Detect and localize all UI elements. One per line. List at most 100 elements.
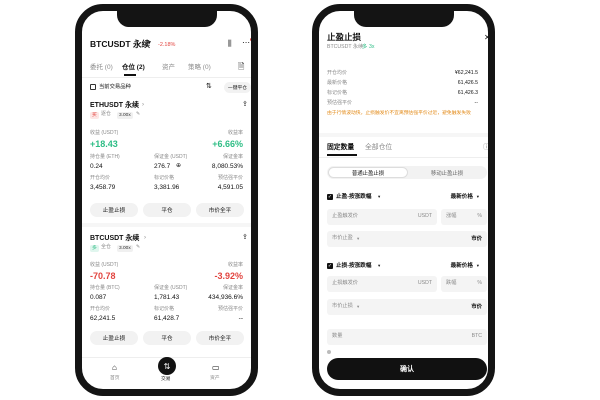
tab-strategy[interactable]: 策略 (0) xyxy=(188,64,211,71)
market-close-button[interactable]: 市价全平 xyxy=(196,203,244,217)
tp-trigger-type[interactable]: 最新价格 xyxy=(451,194,473,200)
nav-home[interactable]: 首页 xyxy=(110,376,120,382)
liq-value: 4,591.05 xyxy=(217,184,243,191)
caret-down-icon[interactable]: ▾ xyxy=(477,263,479,268)
add-margin-icon[interactable]: ⊕ xyxy=(176,163,181,169)
info-value: 61,426.5 xyxy=(457,80,478,86)
tp-checkbox[interactable]: ✓ xyxy=(327,194,333,200)
caret-down-icon[interactable]: ▾ xyxy=(378,194,380,199)
pnl-label: 收益 (USDT) xyxy=(90,130,119,136)
caret-down-icon[interactable]: ▼ xyxy=(147,41,152,46)
mark-label: 标记价格 xyxy=(154,306,175,312)
trade-icon[interactable]: ⇅ xyxy=(158,357,176,375)
mark-value: 3,381.96 xyxy=(154,184,180,191)
wallet-icon[interactable]: ▭ xyxy=(212,364,220,372)
modal-symbol: BTCUSDT 永续 xyxy=(327,44,364,50)
close-icon[interactable]: ✕ xyxy=(484,34,488,42)
modal-leverage: 3x xyxy=(369,44,375,50)
share-icon[interactable]: ⇪ xyxy=(242,101,248,108)
tp-pct-input[interactable]: 涨幅 % xyxy=(441,209,487,225)
margin-value: 276.7 xyxy=(154,163,171,170)
sl-order-label: 市价止损 xyxy=(332,302,353,309)
tab-fixed-qty[interactable]: 固定数量 xyxy=(327,144,354,152)
tab-orders[interactable]: 委托 (0) xyxy=(90,64,113,71)
sl-label: 止损-按涨跌幅 xyxy=(336,263,372,269)
sl-trigger-type[interactable]: 最新价格 xyxy=(451,263,473,269)
position-symbol[interactable]: BTCUSDT 永续 xyxy=(90,235,139,243)
ratio-value: 8,080.53% xyxy=(211,163,243,170)
market-close-button[interactable]: 市价全平 xyxy=(196,331,244,345)
close-all-button[interactable]: 一键平仓 xyxy=(224,82,251,93)
quantity-input[interactable]: 数量 BTC xyxy=(327,329,487,345)
liq-label: 预估强平价 xyxy=(217,306,243,312)
segment-trailing-tpsl[interactable]: 移动止盈止损 xyxy=(408,167,486,178)
sl-trigger-input[interactable]: 止损触发价 USDT xyxy=(327,276,437,292)
symbol-title[interactable]: BTCUSDT 永续 xyxy=(90,39,150,50)
tp-pct-unit: % xyxy=(477,212,482,219)
entry-value: 3,458.79 xyxy=(90,184,116,191)
phone-notch xyxy=(116,11,217,27)
document-icon[interactable]: 🗎 xyxy=(238,63,244,71)
current-symbol-checkbox[interactable] xyxy=(90,84,96,90)
tpsl-button[interactable]: 止盈止损 xyxy=(90,331,138,345)
info-label: 预估强平价 xyxy=(327,100,353,106)
roe-value: -3.92% xyxy=(214,271,243,281)
size-label: 持仓量 (BTC) xyxy=(90,285,120,291)
info-icon[interactable]: ⓘ xyxy=(483,144,488,151)
caret-down-icon[interactable]: ▾ xyxy=(357,304,359,309)
phone-positions: BTCUSDT 永续 ▼ -2.18% ⫼ ⋯ 委托 (0) 仓位 (2) 资产… xyxy=(75,4,258,396)
info-value: 61,426.3 xyxy=(457,90,478,96)
sort-icon[interactable]: ⇅ xyxy=(206,83,212,90)
nav-assets[interactable]: 资产 xyxy=(210,376,220,382)
info-value: -- xyxy=(474,100,478,106)
margin-mode: 全仓 xyxy=(101,244,112,250)
ratio-value: 434,936.6% xyxy=(208,294,243,301)
tab-underline xyxy=(327,154,357,156)
entry-label: 开仓均价 xyxy=(90,306,111,312)
tp-pct-placeholder: 涨幅 xyxy=(446,212,457,219)
confirm-button[interactable]: 确认 xyxy=(327,358,487,380)
position-symbol[interactable]: ETHUSDT 永续 xyxy=(90,102,139,110)
leverage-tag[interactable]: 3.00x xyxy=(117,245,133,252)
sl-pct-input[interactable]: 跌幅 % xyxy=(441,276,487,292)
info-label: 最新价格 xyxy=(327,80,348,86)
candlestick-icon[interactable]: ⫼ xyxy=(228,40,232,48)
edit-icon[interactable]: ✎ xyxy=(136,245,140,250)
segment-normal-tpsl[interactable]: 普通止盈止损 xyxy=(328,167,408,178)
tp-order-input[interactable]: 市价止盈 ▾ 市价 xyxy=(327,231,487,247)
more-icon[interactable]: ⋯ xyxy=(242,39,250,47)
notification-dot xyxy=(250,38,251,41)
sl-order-input[interactable]: 市价止损 ▾ 市价 xyxy=(327,299,487,315)
tab-positions[interactable]: 仓位 (2) xyxy=(122,64,145,71)
caret-down-icon[interactable]: ▾ xyxy=(477,194,479,199)
ratio-label: 保证金率 xyxy=(222,285,243,291)
info-label: 开仓均价 xyxy=(327,70,348,76)
pnl-label: 收益 (USDT) xyxy=(90,262,119,268)
roe-value: +6.66% xyxy=(212,139,243,149)
side-tag: 多 xyxy=(90,245,99,252)
nav-trade[interactable]: 交易 xyxy=(161,377,171,383)
margin-label: 保证金 (USDT) xyxy=(154,154,188,160)
pnl-value: +18.43 xyxy=(90,139,118,149)
margin-label: 保证金 (USDT) xyxy=(154,285,188,291)
tpsl-button[interactable]: 止盈止损 xyxy=(90,203,138,217)
share-icon[interactable]: ⇪ xyxy=(242,234,248,241)
slider-handle[interactable] xyxy=(327,350,331,354)
tp-order-type: 市价 xyxy=(471,235,482,242)
sl-checkbox[interactable]: ✓ xyxy=(327,263,333,269)
leverage-tag[interactable]: 3.00x xyxy=(117,112,133,119)
tab-underline xyxy=(124,74,136,76)
tab-assets[interactable]: 资产 xyxy=(162,64,175,71)
tp-trigger-input[interactable]: 止盈触发价 USDT xyxy=(327,209,437,225)
sl-pct-placeholder: 跌幅 xyxy=(446,279,457,286)
home-icon[interactable]: ⌂ xyxy=(112,364,117,372)
close-position-button[interactable]: 平仓 xyxy=(143,203,191,217)
close-position-button[interactable]: 平仓 xyxy=(143,331,191,345)
edit-icon[interactable]: ✎ xyxy=(136,112,140,117)
caret-down-icon[interactable]: ▾ xyxy=(378,263,380,268)
tp-order-label: 市价止盈 xyxy=(332,234,353,241)
caret-down-icon[interactable]: ▾ xyxy=(357,236,359,241)
chevron-right-icon[interactable]: › xyxy=(142,102,144,109)
tab-all-positions[interactable]: 全部仓位 xyxy=(365,144,392,152)
chevron-right-icon[interactable]: › xyxy=(144,235,146,242)
